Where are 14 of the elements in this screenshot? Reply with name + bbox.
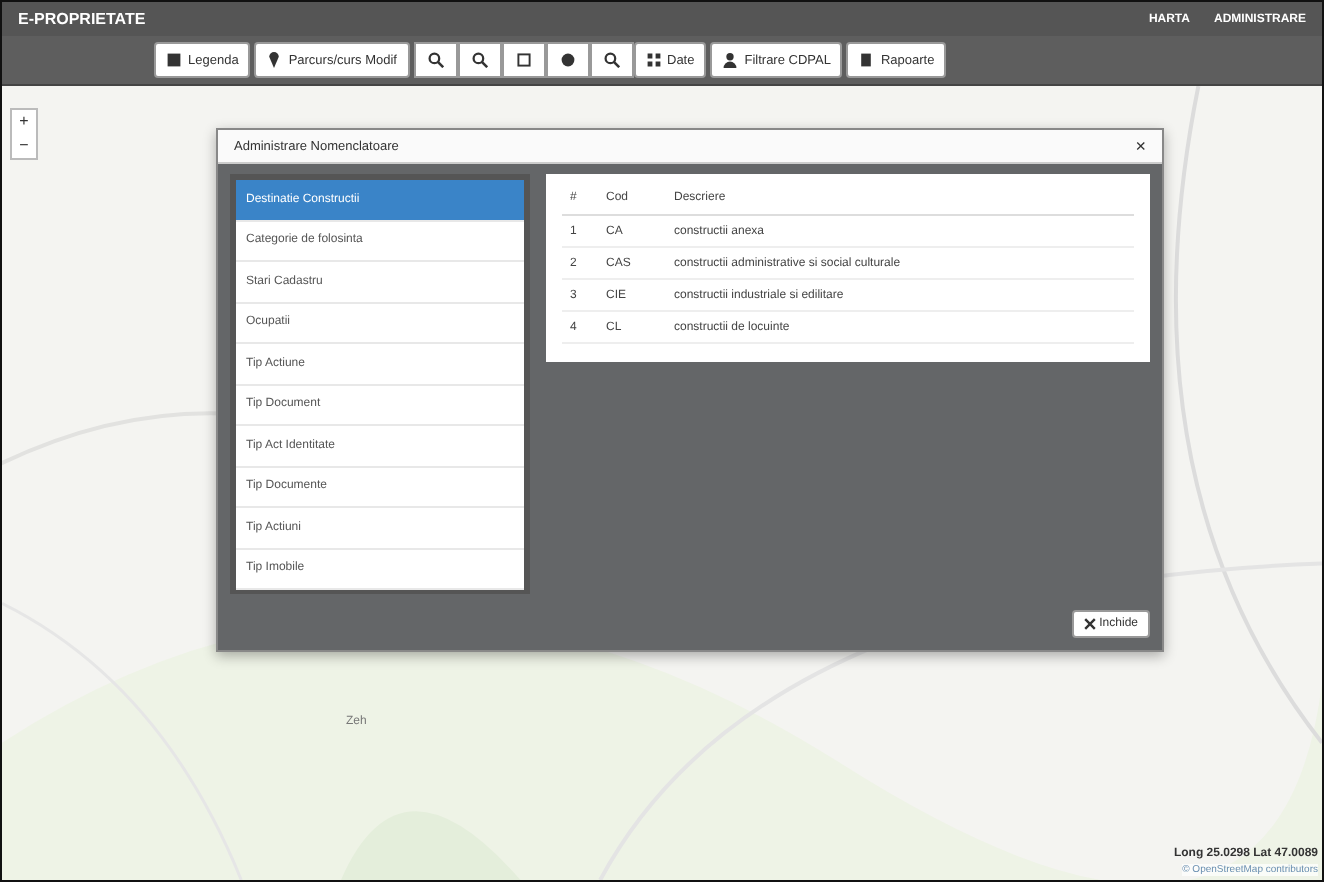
toolbar-button[interactable] bbox=[413, 42, 457, 78]
toolbar-button[interactable] bbox=[457, 42, 501, 78]
grid-icon bbox=[645, 52, 661, 68]
user-icon bbox=[722, 52, 739, 68]
pin-icon bbox=[266, 52, 283, 68]
toolbar-button[interactable] bbox=[545, 42, 589, 78]
toolbar-button[interactable] bbox=[589, 42, 633, 78]
toolbar-button[interactable] bbox=[501, 42, 545, 78]
close-button[interactable]: × bbox=[1135, 137, 1146, 155]
app-title: E-PROPRIETATE bbox=[18, 10, 146, 28]
dot-icon bbox=[559, 52, 575, 68]
square-icon bbox=[515, 52, 531, 68]
search-icon bbox=[603, 52, 619, 68]
close-icon bbox=[1083, 618, 1096, 630]
